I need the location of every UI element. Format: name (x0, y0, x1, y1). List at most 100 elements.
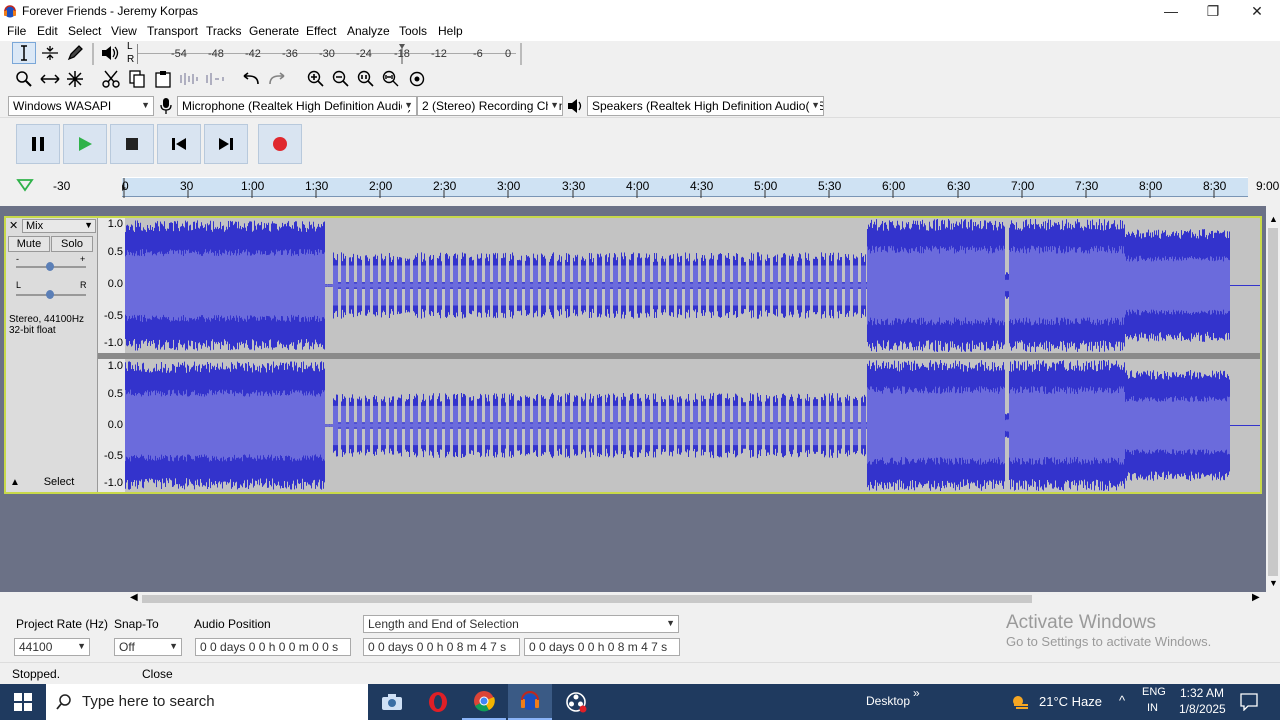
playback-meter-button[interactable] (98, 42, 122, 64)
waveform-channel-right[interactable] (125, 359, 1260, 492)
minimize-button[interactable]: — (1150, 0, 1192, 22)
silence-button[interactable] (203, 68, 227, 90)
track-sample-format: 32-bit float (9, 325, 56, 336)
horizontal-scrollbar[interactable]: ◀ ▶ (128, 592, 1266, 606)
taskbar-search-box[interactable]: Type here to search (46, 684, 368, 720)
vertical-scroll-thumb[interactable] (1268, 228, 1278, 576)
selection-end-field[interactable]: 0 0 days 0 0 h 0 8 m 4 7 s (524, 638, 680, 656)
taskbar-camera-app[interactable] (370, 684, 414, 720)
scroll-down-icon[interactable]: ▼ (1269, 578, 1278, 588)
timeline-options-icon[interactable] (16, 177, 34, 193)
stop-button[interactable] (110, 124, 154, 164)
paste-button[interactable] (151, 68, 175, 90)
horizontal-scroll-thumb[interactable] (142, 595, 1032, 603)
close-window-button[interactable]: ✕ (1236, 0, 1278, 22)
playback-device-select[interactable]: Speakers (Realtek High Definition Audio(… (587, 96, 824, 116)
copy-icon (129, 70, 145, 88)
clock-time[interactable]: 1:32 AM (1180, 686, 1224, 700)
mute-button[interactable]: Mute (8, 236, 50, 252)
pan-right-label: R (80, 280, 87, 290)
pause-button[interactable] (16, 124, 60, 164)
taskbar-obs-app[interactable] (554, 684, 598, 720)
fit-selection-button[interactable] (354, 68, 378, 90)
restore-button[interactable]: ❐ (1192, 0, 1234, 22)
multi-tool-button[interactable] (63, 68, 87, 90)
audio-host-select[interactable]: Windows WASAPI ▼ (8, 96, 154, 116)
audacity-icon (521, 691, 539, 710)
menu-tracks[interactable]: Tracks (206, 24, 242, 38)
menu-tools[interactable]: Tools (399, 24, 427, 38)
select-track-button[interactable]: Select (26, 475, 92, 490)
fit-project-button[interactable] (379, 68, 403, 90)
scroll-up-icon[interactable]: ▲ (1269, 214, 1278, 224)
draw-tool-button[interactable] (63, 42, 87, 64)
audio-track[interactable]: ✕ Mix ▼ Mute Solo - + L R Stereo, 44100H… (4, 216, 1262, 494)
zoom-in-icon (307, 70, 324, 87)
tray-expand-chevron[interactable]: ^ (1119, 693, 1125, 708)
taskbar-opera-app[interactable] (416, 684, 460, 720)
snap-to-select[interactable]: Off ▼ (114, 638, 182, 656)
obs-icon (566, 692, 587, 713)
audio-position-field[interactable]: 0 0 days 0 0 h 0 0 m 0 0 s (195, 638, 351, 656)
skip-to-start-button[interactable] (157, 124, 201, 164)
selection-mode-select[interactable]: Length and End of Selection ▼ (363, 615, 679, 633)
search-icon (56, 694, 71, 710)
ruler-tick-label: 0 (122, 179, 129, 193)
ruler-tick-label: -30 (53, 179, 71, 193)
menu-generate[interactable]: Generate (249, 24, 299, 38)
menu-view[interactable]: View (111, 24, 137, 38)
menu-edit[interactable]: Edit (37, 24, 58, 38)
copy-button[interactable] (125, 68, 149, 90)
scroll-left-icon[interactable]: ◀ (130, 592, 138, 603)
notification-icon[interactable] (1240, 693, 1258, 711)
menu-analyze[interactable]: Analyze (347, 24, 390, 38)
vruler-label: 0.0 (107, 419, 123, 431)
weather-text[interactable]: 21°C Haze (1039, 694, 1102, 709)
track-name-menu[interactable]: Mix ▼ (22, 219, 96, 233)
gain-slider-thumb[interactable] (46, 262, 54, 271)
solo-button[interactable]: Solo (51, 236, 93, 252)
taskbar-audacity-app[interactable] (508, 684, 552, 720)
track-close-button[interactable]: ✕ (9, 219, 18, 232)
scroll-right-icon[interactable]: ▶ (1252, 592, 1260, 603)
zoom-in-button[interactable] (304, 68, 328, 90)
zoom-toggle-button[interactable] (405, 68, 429, 90)
envelope-tool-button[interactable] (38, 42, 62, 64)
project-rate-select[interactable]: 44100 ▼ (14, 638, 90, 656)
cut-button[interactable] (99, 68, 123, 90)
track-area[interactable]: ✕ Mix ▼ Mute Solo - + L R Stereo, 44100H… (0, 206, 1266, 592)
menu-help[interactable]: Help (438, 24, 463, 38)
chevron-down-icon: ▼ (666, 618, 675, 628)
taskbar-chrome-app[interactable] (462, 684, 506, 720)
desktop-toolbar-label[interactable]: Desktop (866, 694, 910, 708)
menu-select[interactable]: Select (68, 24, 101, 38)
desktop-toolbar-chevron[interactable]: » (913, 686, 920, 700)
selection-start-field[interactable]: 0 0 days 0 0 h 0 8 m 4 7 s (363, 638, 520, 656)
pan-slider-thumb[interactable] (46, 290, 54, 299)
menu-effect[interactable]: Effect (306, 24, 336, 38)
zoom-out-button[interactable] (329, 68, 353, 90)
play-button[interactable] (63, 124, 107, 164)
menu-file[interactable]: File (7, 24, 26, 38)
selection-end-value: 0 0 days 0 0 h 0 8 m 4 7 s (529, 640, 668, 654)
undo-button[interactable] (239, 68, 263, 90)
time-shift-tool-button[interactable] (38, 68, 62, 90)
recording-device-select[interactable]: Microphone (Realtek High Definition Audi… (177, 96, 417, 116)
collapse-track-button[interactable]: ▲ (10, 477, 20, 488)
timeline-ruler[interactable]: 0 30 1:00 1:30 2:00 2:30 3:00 3:30 4:00 … (122, 177, 1248, 198)
start-button[interactable] (0, 684, 46, 720)
selection-tool-button[interactable] (12, 42, 36, 64)
recording-channels-select[interactable]: 2 (Stereo) Recording Channels▼ (417, 96, 563, 116)
redo-icon (269, 72, 285, 85)
input-language-code[interactable]: ENG (1142, 686, 1166, 698)
playback-meter[interactable]: -54 -48 -42 -36 -30 -24 -18 -12 -6 0 (137, 44, 517, 64)
record-button[interactable] (258, 124, 302, 164)
vertical-scrollbar[interactable]: ▲ ▼ (1266, 214, 1280, 592)
waveform-channel-left[interactable] (125, 218, 1260, 353)
redo-button[interactable] (265, 68, 289, 90)
trim-button[interactable] (177, 68, 201, 90)
zoom-tool-button[interactable] (12, 68, 36, 90)
ruler-tick-label: 6:30 (947, 179, 971, 193)
menu-transport[interactable]: Transport (147, 24, 198, 38)
skip-to-end-button[interactable] (204, 124, 248, 164)
